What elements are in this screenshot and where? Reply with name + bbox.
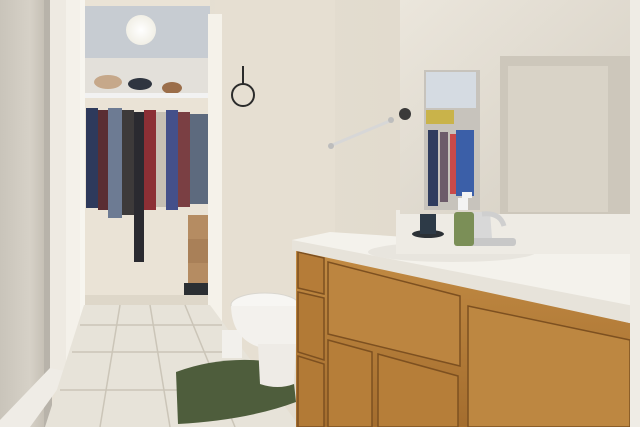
wall-mirror [399,0,634,214]
ceiling-light-icon [126,15,156,45]
bathroom-photo [0,0,640,427]
door-frame [630,0,640,427]
bathroom-scene [0,0,640,427]
reflected-hook-icon [399,108,411,120]
